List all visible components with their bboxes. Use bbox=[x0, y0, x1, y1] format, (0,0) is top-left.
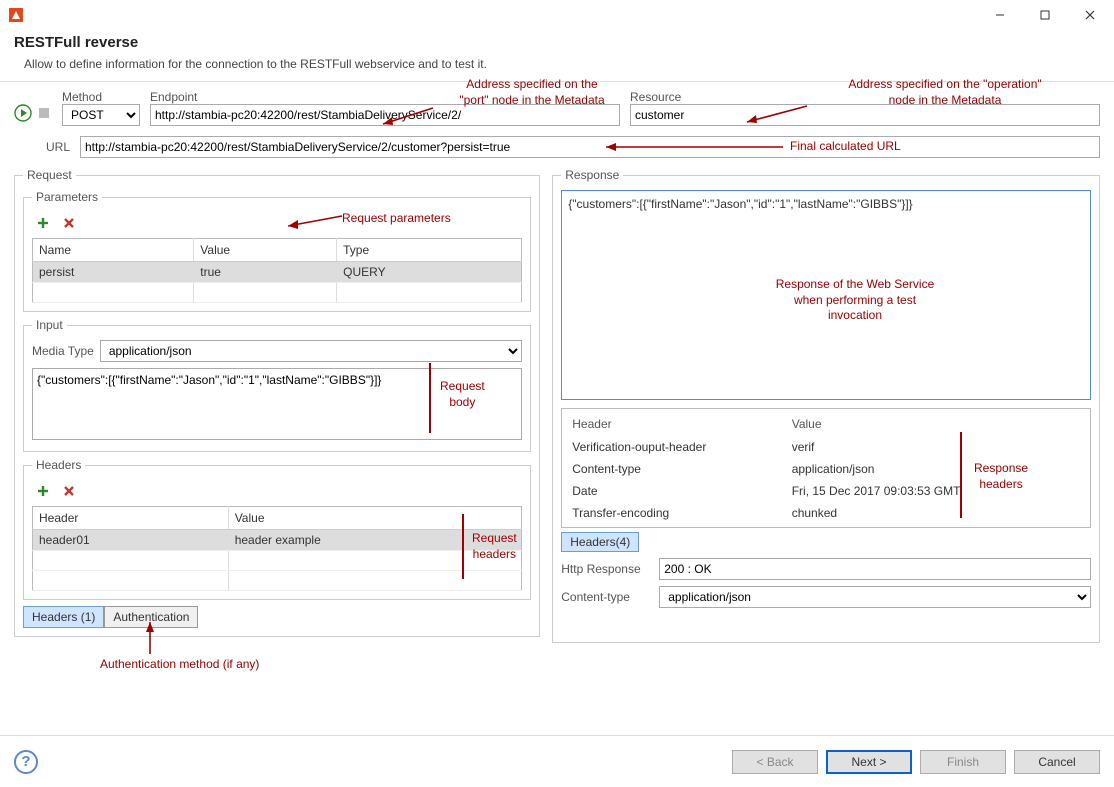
title-bar bbox=[0, 0, 1114, 30]
media-type-select[interactable]: application/json bbox=[100, 340, 522, 362]
resp-hdr-col-name: Header bbox=[566, 413, 783, 435]
tab-headers[interactable]: Headers (1) bbox=[23, 606, 104, 628]
media-type-label: Media Type bbox=[32, 344, 94, 358]
table-row[interactable] bbox=[33, 571, 522, 591]
http-response-value bbox=[659, 558, 1091, 580]
parameters-table[interactable]: Name Value Type persist true QUERY bbox=[32, 238, 522, 303]
dialog-header: RESTFull reverse Allow to define informa… bbox=[0, 30, 1114, 82]
endpoint-input[interactable] bbox=[150, 104, 620, 126]
resource-input[interactable] bbox=[630, 104, 1100, 126]
header-col-value[interactable]: Value bbox=[228, 507, 522, 530]
input-legend: Input bbox=[32, 318, 67, 332]
endpoint-label: Endpoint bbox=[150, 90, 620, 104]
table-row[interactable] bbox=[33, 283, 522, 303]
window-controls bbox=[977, 0, 1112, 30]
tab-authentication[interactable]: Authentication bbox=[104, 606, 198, 628]
minimize-button[interactable] bbox=[977, 0, 1022, 30]
response-body: {"customers":[{"firstName":"Jason","id":… bbox=[568, 197, 1084, 211]
annotation-auth: Authentication method (if any) bbox=[100, 656, 259, 672]
request-headers-table[interactable]: Header Value header01 header example bbox=[32, 506, 522, 591]
back-button[interactable]: < Back bbox=[732, 750, 818, 774]
help-button[interactable]: ? bbox=[14, 750, 38, 774]
resp-hdr-col-value: Value bbox=[786, 413, 1086, 435]
app-icon bbox=[8, 7, 24, 23]
maximize-button[interactable] bbox=[1022, 0, 1067, 30]
delete-parameter-button[interactable] bbox=[58, 212, 80, 234]
finish-button[interactable]: Finish bbox=[920, 750, 1006, 774]
response-headers-table: Header Value Verification-ouput-headerve… bbox=[564, 411, 1088, 525]
request-legend: Request bbox=[23, 168, 76, 182]
response-content-type-select[interactable]: application/json bbox=[659, 586, 1091, 608]
response-body-box[interactable]: {"customers":[{"firstName":"Jason","id":… bbox=[561, 190, 1091, 400]
table-row[interactable]: persist true QUERY bbox=[33, 262, 522, 283]
param-col-name[interactable]: Name bbox=[33, 239, 194, 262]
dialog-subtitle: Allow to define information for the conn… bbox=[14, 57, 1100, 71]
response-headers-tab[interactable]: Headers(4) bbox=[561, 532, 639, 552]
add-header-button[interactable] bbox=[32, 480, 54, 502]
next-button[interactable]: Next > bbox=[826, 750, 912, 774]
table-row: Transfer-encodingchunked bbox=[566, 503, 1086, 523]
table-row: Verification-ouput-headerverif bbox=[566, 437, 1086, 457]
main-content: Method POST Endpoint Resource URL Reques… bbox=[0, 82, 1114, 651]
run-button[interactable] bbox=[14, 104, 32, 125]
param-col-value[interactable]: Value bbox=[194, 239, 337, 262]
method-select[interactable]: POST bbox=[62, 104, 140, 126]
parameters-group: Parameters Name Value Type bbox=[23, 190, 531, 312]
url-display bbox=[80, 136, 1100, 158]
response-group: Response {"customers":[{"firstName":"Jas… bbox=[552, 168, 1100, 643]
table-row[interactable] bbox=[33, 551, 522, 571]
request-headers-group: Headers Header Value bbox=[23, 458, 531, 600]
table-row: DateFri, 15 Dec 2017 09:03:53 GMT bbox=[566, 481, 1086, 501]
param-col-type[interactable]: Type bbox=[337, 239, 522, 262]
resource-label: Resource bbox=[630, 90, 1100, 104]
table-row[interactable]: header01 header example bbox=[33, 530, 522, 551]
response-legend: Response bbox=[561, 168, 623, 182]
dialog-title: RESTFull reverse bbox=[14, 34, 1100, 51]
url-label: URL bbox=[46, 140, 70, 154]
response-content-type-label: Content-type bbox=[561, 590, 653, 604]
header-col-name[interactable]: Header bbox=[33, 507, 229, 530]
table-row: Content-typeapplication/json bbox=[566, 459, 1086, 479]
method-label: Method bbox=[62, 90, 140, 104]
request-group: Request Parameters Name bbox=[14, 168, 540, 637]
close-button[interactable] bbox=[1067, 0, 1112, 30]
input-group: Input Media Type application/json {"cust… bbox=[23, 318, 531, 452]
http-response-label: Http Response bbox=[561, 562, 653, 576]
cancel-button[interactable]: Cancel bbox=[1014, 750, 1100, 774]
dialog-footer: ? < Back Next > Finish Cancel bbox=[0, 735, 1114, 787]
stop-button[interactable] bbox=[36, 105, 52, 124]
delete-header-button[interactable] bbox=[58, 480, 80, 502]
request-body-textarea[interactable]: {"customers":[{"firstName":"Jason","id":… bbox=[32, 368, 522, 440]
add-parameter-button[interactable] bbox=[32, 212, 54, 234]
parameters-legend: Parameters bbox=[32, 190, 102, 204]
request-headers-legend: Headers bbox=[32, 458, 85, 472]
